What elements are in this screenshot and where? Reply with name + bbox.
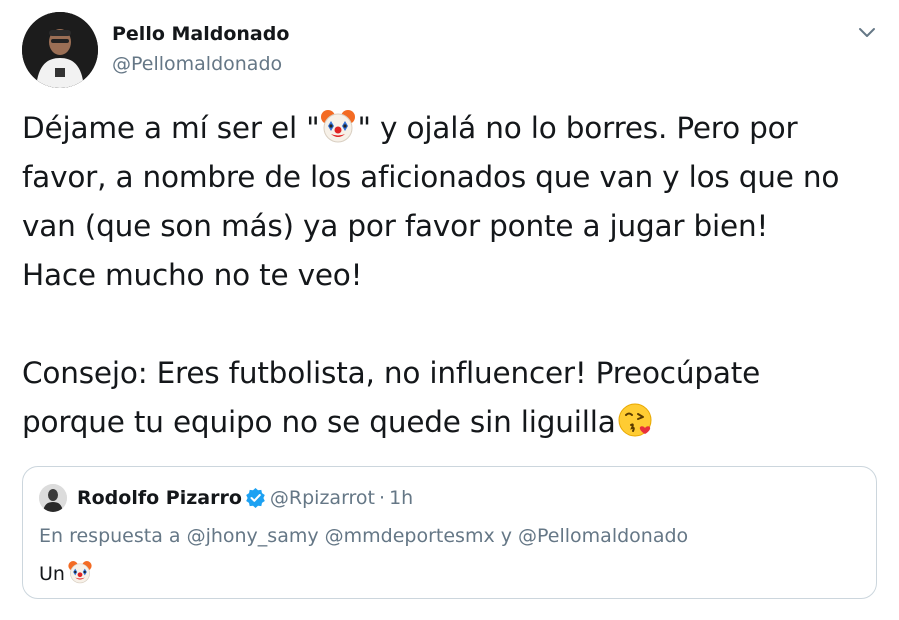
tweet-line-1-start: Déjame a mí ser el " bbox=[22, 111, 320, 145]
chevron-down-icon[interactable] bbox=[857, 24, 877, 38]
quoted-text: Un bbox=[39, 563, 65, 585]
quoted-separator: · bbox=[379, 487, 386, 509]
face-blowing-kiss-emoji bbox=[616, 401, 654, 439]
quoted-author-name[interactable]: Rodolfo Pizarro bbox=[77, 487, 242, 509]
tweet-line-5: Consejo: Eres futbolista, no influencer!… bbox=[22, 356, 761, 390]
quoted-author-avatar[interactable] bbox=[39, 484, 67, 512]
tweet-line-1: Déjame a mí ser el " " y ojalá no lo bor… bbox=[22, 104, 882, 153]
tweet-line-6: porque tu equipo no se quede sin liguill… bbox=[22, 398, 882, 447]
clown-face-emoji bbox=[319, 107, 357, 145]
quoted-tweet-text: Un bbox=[39, 559, 93, 587]
tweet-text: Déjame a mí ser el " " y ojalá no lo bor… bbox=[22, 104, 882, 447]
tweet-line-4: Hace mucho no te veo! bbox=[22, 258, 363, 292]
tweet-line-6-text: porque tu equipo no se quede sin liguill… bbox=[22, 405, 616, 439]
tweet-line-3: van (que son más) ya por favor ponte a j… bbox=[22, 209, 769, 243]
tweet-card: Pello Maldonado @Pellomaldonado Déjame a… bbox=[0, 0, 899, 620]
author-block: Pello Maldonado @Pellomaldonado bbox=[112, 22, 289, 76]
author-handle[interactable]: @Pellomaldonado bbox=[112, 52, 289, 76]
quoted-author-avatar-image bbox=[39, 484, 67, 512]
quoted-header: Rodolfo Pizarro @Rpizarrot · 1h bbox=[77, 485, 413, 511]
clown-face-emoji bbox=[67, 559, 93, 585]
quoted-reply-context: En respuesta a @jhony_samy @mmdeportesmx… bbox=[39, 525, 689, 547]
author-name[interactable]: Pello Maldonado bbox=[112, 22, 289, 46]
quoted-tweet[interactable]: Rodolfo Pizarro @Rpizarrot · 1h En respues… bbox=[22, 466, 877, 599]
tweet-line-2: favor, a nombre de los aficionados que v… bbox=[22, 160, 840, 194]
quoted-timestamp[interactable]: 1h bbox=[389, 487, 413, 509]
verified-badge-icon bbox=[245, 487, 266, 508]
quoted-author-handle[interactable]: @Rpizarrot bbox=[270, 487, 375, 509]
tweet-line-1-end: " y ojalá no lo borres. Pero por bbox=[357, 111, 798, 145]
author-avatar-image bbox=[22, 12, 98, 88]
author-avatar[interactable] bbox=[22, 12, 98, 88]
